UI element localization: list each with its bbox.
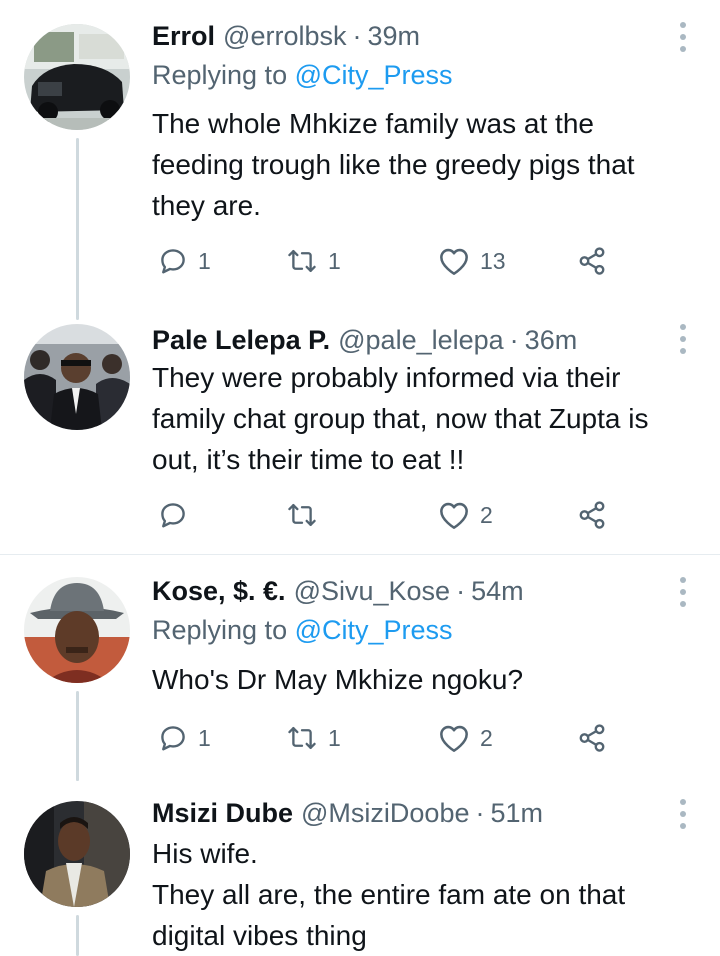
timestamp[interactable]: 39m bbox=[367, 21, 420, 52]
tweet-text-line: digital vibes thing bbox=[152, 920, 367, 951]
reply-icon bbox=[161, 726, 185, 751]
display-name[interactable]: Msizi Dube bbox=[152, 798, 293, 829]
share-icon bbox=[579, 501, 605, 529]
reply-button[interactable]: 1 bbox=[158, 241, 211, 281]
tweet-text-line: They were probably informed via their bbox=[152, 362, 621, 393]
tweet-header: Msizi Dube @MsiziDoobe · 51m bbox=[152, 793, 543, 833]
retweet-button[interactable]: 1 bbox=[286, 718, 341, 758]
tweet-text-line: feeding trough like the greedy pigs that bbox=[152, 149, 635, 180]
avatar[interactable] bbox=[24, 577, 130, 683]
display-name[interactable]: Pale Lelepa P. bbox=[152, 325, 330, 356]
heart-icon bbox=[440, 725, 468, 752]
separator-dot: · bbox=[509, 324, 519, 355]
tweet-text-line: The whole Mhkize family was at the bbox=[152, 108, 594, 139]
user-handle[interactable]: @Sivu_Kose bbox=[294, 576, 451, 607]
tweet-text: His wife. They all are, the entire fam a… bbox=[152, 833, 700, 956]
separator-dot: · bbox=[475, 797, 485, 828]
like-button[interactable]: 13 bbox=[438, 241, 506, 281]
tweet-text-line: family chat group that, now that Zupta i… bbox=[152, 403, 649, 434]
like-count: 2 bbox=[480, 724, 493, 751]
retweet-count: 1 bbox=[328, 724, 341, 751]
reply-count: 1 bbox=[198, 247, 211, 274]
share-button[interactable] bbox=[576, 241, 608, 281]
mention-link[interactable]: @City_Press bbox=[295, 60, 453, 90]
user-handle[interactable]: @pale_lelepa bbox=[338, 325, 504, 356]
retweet-icon bbox=[288, 249, 316, 273]
tweet-actions: 2 bbox=[152, 495, 622, 535]
heart-icon bbox=[440, 502, 468, 529]
avatar[interactable] bbox=[24, 324, 130, 430]
mention-link[interactable]: @City_Press bbox=[295, 615, 453, 645]
tweet[interactable]: Kose, $. €. @Sivu_Kose · 54m Replying to… bbox=[0, 555, 720, 781]
timestamp[interactable]: 36m bbox=[525, 325, 578, 356]
like-button[interactable]: 2 bbox=[438, 495, 493, 535]
replying-prefix: Replying to bbox=[152, 615, 288, 645]
retweet-count: 1 bbox=[328, 247, 341, 274]
replying-to: Replying to @City_Press bbox=[152, 60, 453, 91]
heart-icon bbox=[440, 248, 468, 275]
retweet-icon bbox=[288, 503, 316, 527]
thread-line bbox=[76, 763, 79, 781]
tweet-text-line: They all are, the entire fam ate on that bbox=[152, 879, 626, 910]
tweet-header: Kose, $. €. @Sivu_Kose · 54m bbox=[152, 571, 524, 611]
tweet-header: Errol @errolbsk · 39m bbox=[152, 16, 420, 56]
thread-line bbox=[76, 915, 79, 956]
tweet-actions: 1 1 2 bbox=[152, 718, 622, 758]
replying-to: Replying to @City_Press bbox=[152, 615, 453, 646]
retweet-icon bbox=[288, 726, 316, 750]
retweet-button[interactable] bbox=[286, 495, 328, 535]
share-icon bbox=[579, 247, 605, 275]
more-options-icon[interactable] bbox=[678, 577, 688, 607]
tweet[interactable]: Pale Lelepa P. @pale_lelepa · 36m They w… bbox=[0, 320, 720, 554]
tweet-header: Pale Lelepa P. @pale_lelepa · 36m bbox=[152, 320, 577, 360]
timestamp[interactable]: 51m bbox=[490, 798, 543, 829]
like-count: 13 bbox=[480, 247, 506, 274]
separator-dot: · bbox=[352, 20, 362, 51]
share-button[interactable] bbox=[576, 718, 608, 758]
tweet[interactable]: Errol @errolbsk · 39m Replying to @City_… bbox=[0, 0, 720, 320]
tweet-text-line: out, it’s their time to eat !! bbox=[152, 444, 465, 475]
reply-icon bbox=[161, 503, 185, 528]
timestamp[interactable]: 54m bbox=[471, 576, 524, 607]
user-handle[interactable]: @MsiziDoobe bbox=[301, 798, 469, 829]
reply-count: 1 bbox=[198, 724, 211, 751]
more-options-icon[interactable] bbox=[678, 22, 688, 52]
reply-button[interactable]: 1 bbox=[158, 718, 211, 758]
share-button[interactable] bbox=[576, 495, 608, 535]
share-icon bbox=[579, 724, 605, 752]
avatar[interactable] bbox=[24, 24, 130, 130]
tweet-text: The whole Mhkize family was at the feedi… bbox=[152, 103, 700, 226]
avatar[interactable] bbox=[24, 801, 130, 907]
reply-icon bbox=[161, 249, 185, 274]
more-options-icon[interactable] bbox=[678, 799, 688, 829]
tweet-text-line: Who's Dr May Mkhize ngoku? bbox=[152, 664, 524, 695]
thread-line bbox=[76, 138, 79, 320]
like-count: 2 bbox=[480, 501, 493, 528]
retweet-button[interactable]: 1 bbox=[286, 241, 341, 281]
tweet-text: They were probably informed via their fa… bbox=[152, 357, 700, 480]
separator-dot: · bbox=[456, 575, 466, 606]
tweet-text-line: they are. bbox=[152, 190, 261, 221]
reply-button[interactable] bbox=[158, 495, 198, 535]
replying-prefix: Replying to bbox=[152, 60, 288, 90]
display-name[interactable]: Errol bbox=[152, 21, 215, 52]
tweet-text-line: His wife. bbox=[152, 838, 258, 869]
tweet-actions: 1 1 13 bbox=[152, 241, 622, 281]
tweet-text: Who's Dr May Mkhize ngoku? bbox=[152, 659, 700, 700]
like-button[interactable]: 2 bbox=[438, 718, 493, 758]
user-handle[interactable]: @errolbsk bbox=[223, 21, 346, 52]
tweet[interactable]: Msizi Dube @MsiziDoobe · 51m His wife. T… bbox=[0, 763, 720, 956]
display-name[interactable]: Kose, $. €. bbox=[152, 576, 286, 607]
more-options-icon[interactable] bbox=[678, 324, 688, 354]
